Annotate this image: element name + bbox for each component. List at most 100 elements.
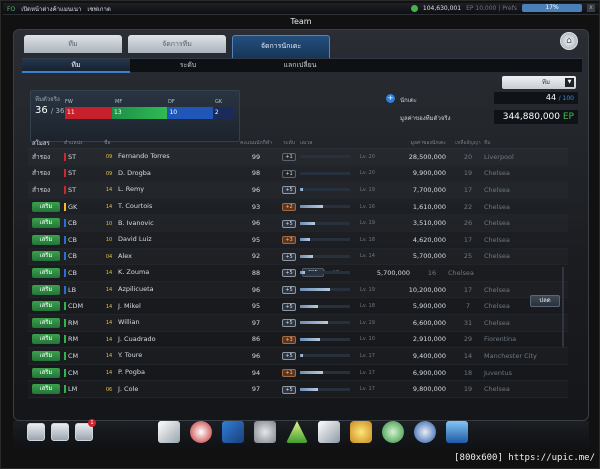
status-badge[interactable]: เสริม: [32, 301, 60, 312]
player-ovr: 94: [251, 368, 261, 377]
subtab-level[interactable]: ระดับ: [134, 59, 242, 73]
player-team: Chelsea: [484, 318, 510, 327]
table-row[interactable]: เสริม RM 14 Willian 97 +5 Lv. 19 6,600,00…: [28, 315, 568, 332]
exp-bar: [300, 254, 350, 258]
tab-manage-players[interactable]: จัดการนักเตะ: [232, 35, 330, 59]
status-badge[interactable]: เสริม: [32, 317, 60, 328]
col-status[interactable]: สโมสร: [28, 138, 64, 148]
player-contract: 17: [463, 235, 473, 244]
col-contract[interactable]: เหลือสัญญา: [452, 139, 484, 147]
col-level[interactable]: ระดับ: [278, 139, 300, 147]
subtab-team[interactable]: ทีม: [22, 59, 130, 73]
player-value: 9,400,000: [412, 351, 446, 360]
summary-count: 36 / 36: [35, 105, 65, 116]
cards-icon[interactable]: [318, 421, 340, 443]
game-tag: FO: [7, 5, 16, 13]
col-exp[interactable]: เลเวล: [300, 139, 360, 147]
season-badge: 10: [105, 237, 113, 244]
ball-icon[interactable]: [190, 421, 212, 443]
table-row[interactable]: เสริม CB 04 Alex 92 +5 Lv. 14 5,700,000 2…: [28, 249, 568, 266]
col-ovr[interactable]: คะแนนนักกีฬา: [234, 139, 278, 147]
player-ovr: 96: [251, 219, 261, 228]
status-badge[interactable]: เสริม: [32, 234, 60, 245]
level-badge: +5: [282, 219, 296, 228]
trophy-icon[interactable]: [254, 421, 276, 443]
status-badge[interactable]: เสริม: [32, 384, 60, 395]
boot-icon[interactable]: [158, 421, 180, 443]
position-flag-icon: [64, 252, 66, 261]
col-value[interactable]: มูลค่าของนักเตะ: [378, 139, 452, 147]
player-name-cell: 14 Y. Toure: [104, 351, 234, 360]
team-dropdown[interactable]: ทีม ▼: [502, 76, 576, 89]
position-flag-icon: [64, 351, 66, 360]
table-row[interactable]: เสริม CB 10 David Luiz 95 +3 Lv. 18 4,620…: [28, 232, 568, 249]
table-scrollbar[interactable]: [562, 267, 564, 347]
status-text: สำรอง: [32, 185, 51, 194]
table-row[interactable]: เสริม LM 06 J. Cole 97 +5 Lv. 17 9,800,00…: [28, 381, 568, 398]
player-level: Lv. 20: [360, 170, 375, 177]
player-name: Fernando Torres: [118, 152, 170, 161]
mail-icon[interactable]: 1: [75, 419, 96, 441]
top-status-bar: FO เปิดหน้าต่างค้าแมนเนา เซฟเกาต 104,630…: [3, 3, 599, 15]
gold-icon[interactable]: [350, 421, 372, 443]
watermark-text: [800x600] https://upic.me/: [454, 453, 595, 463]
status-badge[interactable]: เสริม: [32, 267, 60, 278]
scout-icon[interactable]: [414, 421, 436, 443]
status-badge[interactable]: เสริม: [32, 350, 60, 361]
table-row[interactable]: เสริม CB 14K. Zouma 88 +5 ขายLv. 17 5,70…: [28, 265, 568, 282]
add-player-icon[interactable]: +: [386, 94, 395, 103]
col-name[interactable]: ชื่อ: [104, 139, 234, 147]
position-flag-icon: [64, 219, 66, 228]
players-label: นักเตะ: [400, 97, 417, 104]
player-value: 28,500,000: [408, 152, 446, 161]
squad-summary: ทีมตัวจริง 36 / 36 FW MF DF GK 11 13 10 …: [30, 90, 240, 142]
status-badge[interactable]: เสริม: [32, 284, 60, 295]
season-badge: 14: [105, 370, 113, 377]
status-badge[interactable]: เสริม: [32, 218, 60, 229]
table-row[interactable]: สำรอง ST 09 Fernando Torres 99 +1 Lv. 20 …: [28, 149, 568, 166]
status-badge[interactable]: เสริม: [32, 251, 60, 262]
table-row[interactable]: เสริม LB 14 Azpilicueta 96 +5 Lv. 19 10,2…: [28, 282, 568, 299]
exp-bar: [300, 337, 350, 341]
table-row[interactable]: สำรอง ST 09 D. Drogba 98 +1 Lv. 20 9,900,…: [28, 166, 568, 183]
profile-icon[interactable]: [27, 423, 45, 441]
player-team: Chelsea: [484, 169, 510, 178]
table-row[interactable]: เสริม GK 14 T. Courtois 93 +2 Lv. 16 1,61…: [28, 199, 568, 216]
table-row[interactable]: เสริม RM 14 J. Cuadrado 86 +3 Lv. 10 2,91…: [28, 332, 568, 349]
tab-team[interactable]: ทีม: [24, 35, 122, 53]
home-icon[interactable]: ⌂: [560, 32, 578, 50]
table-header: สโมสร ตำแหน่ง ชื่อ คะแนนนักกีฬา ระดับ เล…: [28, 137, 568, 149]
subtab-trade[interactable]: แลกเปลี่ยน: [246, 59, 354, 73]
coin-icon[interactable]: [382, 421, 404, 443]
level-badge: +1: [282, 169, 296, 178]
training-cone-icon[interactable]: [286, 421, 308, 443]
shop-basket-icon[interactable]: [446, 421, 468, 443]
player-name-cell: 14 J. Cuadrado: [104, 335, 234, 344]
table-row[interactable]: สำรอง ST 14 L. Remy 96 +5 Lv. 19 7,700,00…: [28, 182, 568, 199]
table-row[interactable]: เสริม CM 14 P. Pogba 94 +1 Lv. 17 6,900,0…: [28, 365, 568, 382]
status-badge[interactable]: เสริม: [32, 367, 60, 378]
status-badge[interactable]: เสริม: [32, 201, 60, 212]
table-row[interactable]: เสริม CM 14 Y. Toure 96 +5 Lv. 17 9,400,0…: [28, 348, 568, 365]
menu-link-window[interactable]: เปิดหน้าต่างค้าแมนเนา: [21, 4, 81, 14]
table-body: สำรอง ST 09 Fernando Torres 99 +1 Lv. 20 …: [28, 149, 568, 398]
tab-manage-team[interactable]: จัดการทีม: [128, 35, 226, 53]
cleat-icon[interactable]: [222, 421, 244, 443]
status-badge[interactable]: เสริม: [32, 334, 60, 345]
player-team: Fiorentina: [484, 335, 517, 344]
progress-indicator: 17%: [522, 4, 582, 12]
release-button[interactable]: ปลด: [530, 295, 560, 307]
col-position[interactable]: ตำแหน่ง: [64, 139, 104, 147]
season-badge: 14: [105, 204, 113, 211]
chat-icon[interactable]: [51, 423, 69, 441]
table-row[interactable]: เสริม CDM 14 J. Mikel 95 +5 Lv. 18 5,900,…: [28, 298, 568, 315]
player-position: CB: [64, 252, 104, 261]
menu-link-save[interactable]: เซฟเกาต: [87, 4, 110, 14]
position-flag-icon: [64, 268, 66, 277]
player-contract: 14: [463, 351, 473, 360]
table-row[interactable]: เสริม CB 10 B. Ivanovic 96 +5 Lv. 19 3,51…: [28, 215, 568, 232]
close-icon[interactable]: x: [587, 4, 595, 12]
player-position: CB: [64, 219, 104, 228]
exp-bar: [300, 171, 350, 175]
col-team[interactable]: ทีม: [484, 139, 544, 147]
